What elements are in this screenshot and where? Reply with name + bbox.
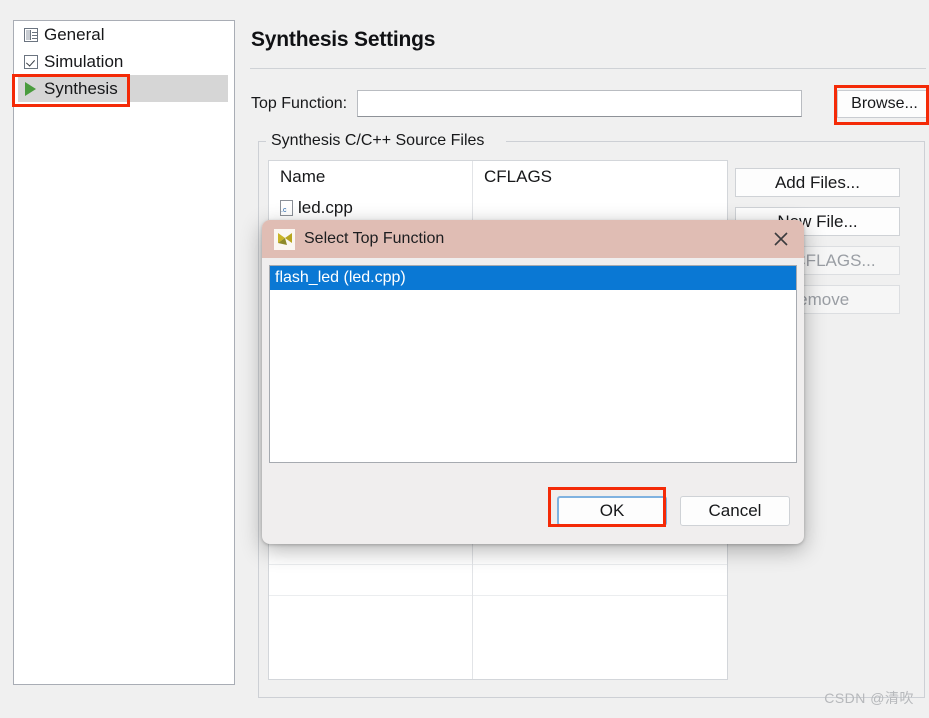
- vivado-logo-icon: [274, 228, 295, 250]
- browse-button[interactable]: Browse...: [837, 90, 929, 118]
- table-row[interactable]: [269, 595, 727, 626]
- groupbox-border-right: [506, 141, 925, 142]
- sidebar-item-label: General: [44, 24, 105, 44]
- dialog-titlebar[interactable]: Select Top Function: [262, 220, 804, 258]
- file-name-label: led.cpp: [298, 198, 353, 217]
- add-files-button[interactable]: Add Files...: [735, 168, 900, 197]
- groupbox-legend: Synthesis C/C++ Source Files: [267, 132, 489, 150]
- table-row[interactable]: [269, 564, 727, 595]
- dialog-title: Select Top Function: [304, 230, 445, 247]
- close-icon[interactable]: [758, 220, 804, 258]
- page-title: Synthesis Settings: [251, 28, 436, 51]
- top-function-input[interactable]: [357, 90, 803, 117]
- select-top-function-dialog: Select Top Function flash_led (led.cpp) …: [262, 220, 804, 544]
- sidebar-item-general[interactable]: General: [14, 21, 234, 48]
- play-triangle-icon: [22, 80, 39, 97]
- top-function-row: Top Function:: [251, 90, 803, 117]
- dialog-ok-button[interactable]: OK: [557, 496, 667, 526]
- list-item[interactable]: flash_led (led.cpp): [270, 266, 796, 290]
- sidebar-item-label: Simulation: [44, 51, 124, 71]
- c-file-icon: [280, 200, 293, 216]
- column-header-cflags[interactable]: CFLAGS: [473, 167, 723, 187]
- table-header-row: Name CFLAGS: [269, 161, 727, 193]
- title-divider: [250, 68, 926, 69]
- table-row[interactable]: led.cpp: [269, 193, 727, 223]
- cell-name: led.cpp: [269, 198, 473, 218]
- watermark: CSDN @清吹: [824, 690, 914, 706]
- sidebar-item-label: Synthesis: [44, 78, 118, 98]
- sidebar-item-synthesis[interactable]: Synthesis: [18, 75, 228, 102]
- sidebar-item-simulation[interactable]: Simulation: [14, 48, 234, 75]
- top-function-list[interactable]: flash_led (led.cpp): [269, 265, 797, 463]
- column-header-name[interactable]: Name: [269, 167, 473, 187]
- checkbox-icon: [22, 53, 39, 70]
- dialog-cancel-button[interactable]: Cancel: [680, 496, 790, 526]
- settings-category-panel: General Simulation Synthesis: [13, 20, 235, 685]
- dialog-button-bar: OK Cancel: [557, 496, 790, 526]
- top-function-label: Top Function:: [251, 94, 348, 112]
- groupbox-border-left: [258, 141, 266, 142]
- properties-icon: [22, 26, 39, 43]
